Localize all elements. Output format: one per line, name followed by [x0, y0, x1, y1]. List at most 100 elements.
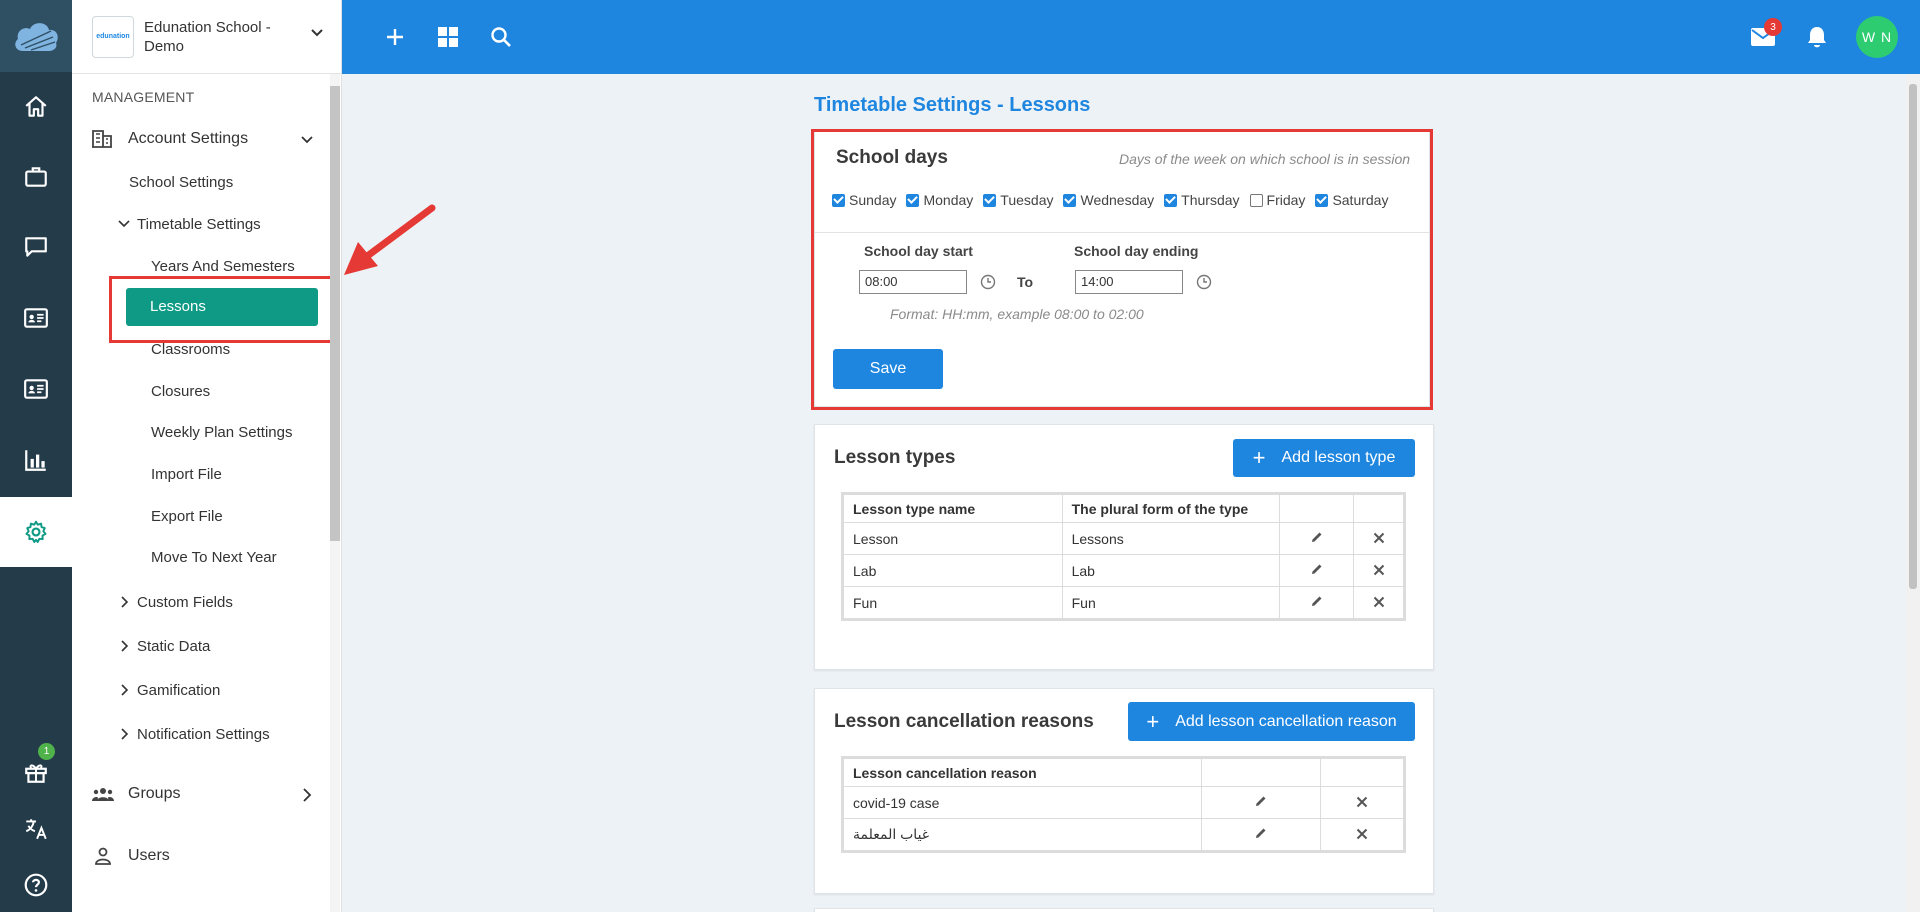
scrollbar-thumb[interactable]: [330, 86, 340, 541]
sidebar-item-weekly-plan-settings[interactable]: Weekly Plan Settings: [151, 424, 292, 441]
checkbox[interactable]: [1063, 193, 1077, 207]
mail-icon[interactable]: 3: [1748, 18, 1782, 52]
day-friday[interactable]: Friday: [1249, 192, 1305, 208]
sidebar-item-gamification[interactable]: Gamification: [137, 682, 220, 699]
school-switcher[interactable]: edunation Edunation School - Demo: [72, 0, 341, 74]
sidebar-item-timetable-settings[interactable]: Timetable Settings: [137, 216, 261, 233]
chevron-down-icon[interactable]: [310, 26, 324, 40]
chevron-right-icon[interactable]: [119, 728, 129, 740]
bar-chart-icon[interactable]: [0, 425, 72, 495]
end-label: School day ending: [1074, 243, 1199, 259]
cell-plural: Fun: [1061, 586, 1281, 619]
plus-icon[interactable]: [380, 22, 410, 52]
groups-icon: [92, 788, 114, 801]
sidebar-item-custom-fields[interactable]: Custom Fields: [137, 594, 233, 611]
school-days-title: School days: [836, 147, 948, 168]
sidebar-item-school-settings[interactable]: School Settings: [129, 174, 233, 191]
add-cancellation-reason-button[interactable]: + Add lesson cancellation reason: [1128, 702, 1415, 741]
pencil-icon[interactable]: [1279, 586, 1355, 619]
chevron-down-icon[interactable]: [300, 133, 314, 147]
pencil-icon[interactable]: [1201, 786, 1322, 819]
column-header: The plural form of the type: [1061, 494, 1281, 523]
cell-name: Lab: [843, 554, 1063, 587]
save-button[interactable]: Save: [833, 349, 943, 389]
checkbox[interactable]: [1315, 193, 1329, 207]
id-card-icon[interactable]: [0, 283, 72, 353]
sidebar-item-groups[interactable]: Groups: [128, 785, 180, 803]
table-row: غياب المعلمة: [842, 818, 1404, 851]
pencil-icon[interactable]: [1279, 554, 1355, 587]
gift-badge: 1: [38, 743, 55, 760]
user-icon: [95, 847, 111, 865]
close-icon[interactable]: [1353, 522, 1404, 555]
checkbox[interactable]: [906, 193, 920, 207]
cell-reason: covid-19 case: [842, 786, 1203, 819]
checkbox[interactable]: [1164, 193, 1178, 207]
main-scrollbar[interactable]: [1906, 74, 1920, 912]
sidebar-item-users[interactable]: Users: [128, 847, 170, 865]
cell-plural: Lab: [1061, 554, 1281, 587]
chat-icon[interactable]: [0, 212, 72, 282]
day-sunday[interactable]: Sunday: [832, 192, 896, 208]
home-icon[interactable]: [0, 72, 72, 142]
sidebar-item-move-to-next-year[interactable]: Move To Next Year: [151, 549, 277, 566]
chevron-right-icon[interactable]: [119, 596, 129, 608]
day-wednesday[interactable]: Wednesday: [1063, 192, 1154, 208]
pencil-icon[interactable]: [1201, 818, 1322, 851]
avatar[interactable]: W N: [1856, 16, 1898, 58]
grid-icon[interactable]: [433, 22, 463, 52]
column-header: [1353, 494, 1404, 523]
briefcase-icon[interactable]: [0, 142, 72, 212]
clock-icon[interactable]: [1196, 274, 1212, 290]
school-name: Edunation School - Demo: [144, 18, 271, 55]
chevron-right-icon[interactable]: [119, 640, 129, 652]
day-thursday[interactable]: Thursday: [1164, 192, 1240, 208]
search-icon[interactable]: [486, 22, 516, 52]
sidebar-item-export-file[interactable]: Export File: [151, 508, 223, 525]
start-time-input[interactable]: 08:00: [859, 270, 967, 294]
pencil-icon[interactable]: [1279, 522, 1355, 555]
lesson-types-title: Lesson types: [834, 447, 956, 468]
sidebar-item-static-data[interactable]: Static Data: [137, 638, 210, 655]
annotation-arrow-icon: [344, 204, 436, 275]
sidebar-item-years-and-semesters[interactable]: Years And Semesters: [151, 258, 295, 275]
sidebar-scrollbar[interactable]: [330, 74, 340, 912]
chevron-down-icon[interactable]: [118, 218, 130, 230]
scrollbar-thumb[interactable]: [1909, 84, 1917, 589]
day-saturday[interactable]: Saturday: [1315, 192, 1388, 208]
chevron-right-icon[interactable]: [119, 684, 129, 696]
cell-plural: Lessons: [1061, 522, 1281, 555]
sidebar-item-import-file[interactable]: Import File: [151, 466, 222, 483]
column-header: [1279, 494, 1355, 523]
checkbox[interactable]: [1249, 193, 1263, 207]
day-tuesday[interactable]: Tuesday: [983, 192, 1053, 208]
divider: [815, 232, 1429, 233]
page-title: Timetable Settings - Lessons: [814, 94, 1091, 116]
school-days-hint: Days of the week on which school is in s…: [1119, 151, 1411, 167]
close-icon[interactable]: [1320, 818, 1404, 851]
cloud-logo-icon[interactable]: [0, 0, 72, 72]
checkbox[interactable]: [983, 193, 997, 207]
close-icon[interactable]: [1353, 586, 1404, 619]
close-icon[interactable]: [1320, 786, 1404, 819]
help-icon[interactable]: [0, 850, 72, 912]
gear-icon[interactable]: [0, 497, 72, 567]
table-row: Fun Fun: [843, 586, 1404, 619]
cell-reason: غياب المعلمة: [842, 818, 1203, 851]
id-card-icon[interactable]: [0, 354, 72, 424]
sidebar-item-classrooms[interactable]: Classrooms: [151, 341, 230, 358]
table-row: Lesson Lessons: [843, 522, 1404, 555]
close-icon[interactable]: [1353, 554, 1404, 587]
sidebar-item-account-settings[interactable]: Account Settings: [128, 130, 248, 148]
add-lesson-type-button[interactable]: + Add lesson type: [1233, 439, 1415, 477]
sidebar-item-closures[interactable]: Closures: [151, 383, 210, 400]
chevron-right-icon[interactable]: [302, 788, 312, 802]
format-hint: Format: HH:mm, example 08:00 to 02:00: [890, 306, 1144, 322]
clock-icon[interactable]: [980, 274, 996, 290]
to-label: To: [1017, 274, 1034, 290]
checkbox[interactable]: [832, 193, 845, 207]
day-monday[interactable]: Monday: [906, 192, 973, 208]
end-time-input[interactable]: 14:00: [1075, 270, 1183, 294]
bell-icon[interactable]: [1802, 22, 1832, 52]
sidebar-item-notification-settings[interactable]: Notification Settings: [137, 726, 270, 743]
